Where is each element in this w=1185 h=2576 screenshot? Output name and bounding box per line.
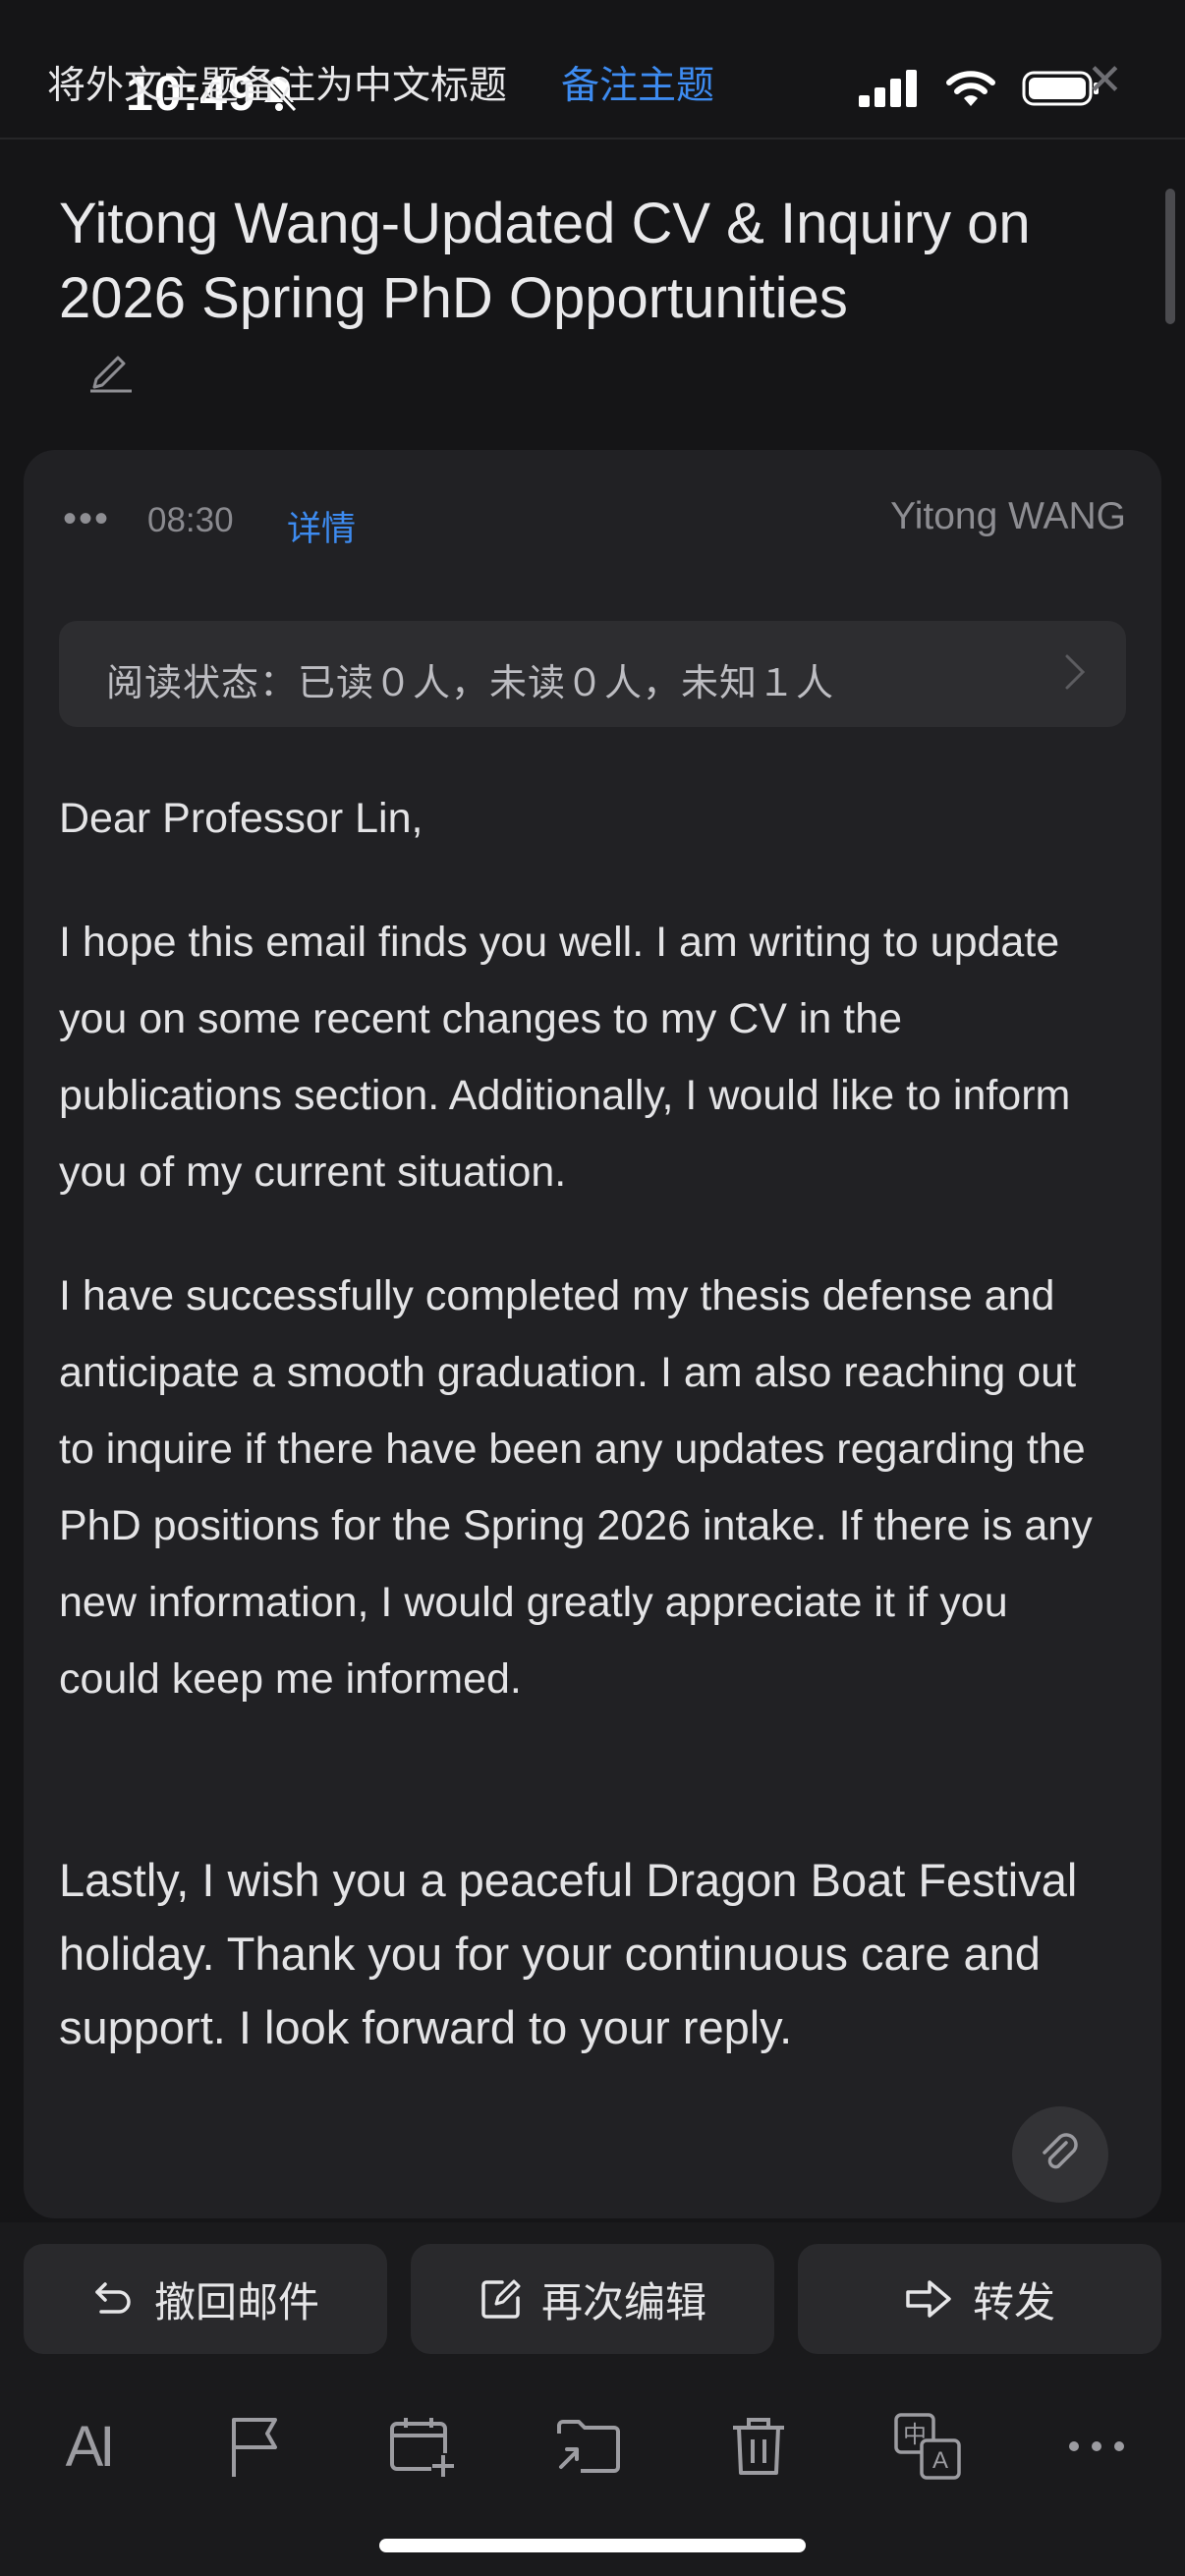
scrollbar[interactable] (1165, 189, 1175, 324)
edit-again-button[interactable]: 再次编辑 (411, 2244, 774, 2354)
calendar-add-icon[interactable] (383, 2407, 462, 2486)
detail-link[interactable]: 详情 (287, 501, 356, 551)
more-icon[interactable] (1057, 2407, 1136, 2486)
chevron-right-icon (1061, 650, 1089, 699)
flag-icon[interactable] (216, 2407, 295, 2486)
svg-text:A: A (932, 2447, 948, 2474)
wifi-icon (946, 71, 995, 106)
paperclip-icon (1043, 2133, 1078, 2169)
recall-email-label: 撤回邮件 (153, 2278, 319, 2325)
email-body-greeting: Dear Professor Lin, (59, 795, 423, 842)
email-time: 08:30 (147, 501, 234, 539)
recall-email-button[interactable]: 撤回邮件 (24, 2244, 387, 2354)
edit-again-label: 再次编辑 (540, 2278, 706, 2325)
ai-icon[interactable]: AI (49, 2407, 128, 2486)
forward-arrow-icon (906, 2280, 951, 2318)
ai-label: AI (65, 2414, 116, 2479)
edit-subject-icon[interactable] (86, 344, 136, 398)
undo-icon (95, 2282, 131, 2314)
trash-icon[interactable] (719, 2407, 798, 2486)
home-indicator[interactable] (379, 2539, 806, 2552)
attachment-button[interactable] (1012, 2106, 1108, 2203)
forward-button[interactable]: 转发 (798, 2244, 1161, 2354)
banner-divider (0, 138, 1185, 140)
email-body-paragraph: Lastly, I wish you a peaceful Dragon Boa… (59, 1854, 1078, 2053)
move-folder-icon[interactable] (550, 2407, 629, 2486)
translate-icon[interactable]: 中 A (888, 2407, 967, 2486)
cellular-signal-icon (859, 70, 917, 107)
compose-icon (481, 2279, 521, 2319)
annotate-subject-link[interactable]: 备注主题 (561, 55, 714, 110)
sender-name[interactable]: Yitong WANG (890, 495, 1126, 538)
translate-banner-text: 将外文主题备注为中文标题 (47, 65, 508, 107)
read-status-text: 阅读状态：已读０人，未读０人，未知１人 (106, 663, 835, 704)
email-body-paragraph: I hope this email finds you well. I am w… (59, 919, 1071, 1196)
email-subject: Yitong Wang-Updated CV & Inquiry on 2026… (59, 192, 1031, 330)
read-status-bar[interactable]: 阅读状态：已读０人，未读０人，未知１人 (59, 621, 1126, 727)
email-body-paragraph: I have successfully completed my thesis … (59, 1272, 1093, 1703)
close-icon[interactable]: ✕ (1087, 59, 1123, 102)
more-options-icon[interactable]: ••• (63, 499, 110, 538)
forward-label: 转发 (972, 2278, 1055, 2325)
status-icons (859, 69, 1100, 108)
